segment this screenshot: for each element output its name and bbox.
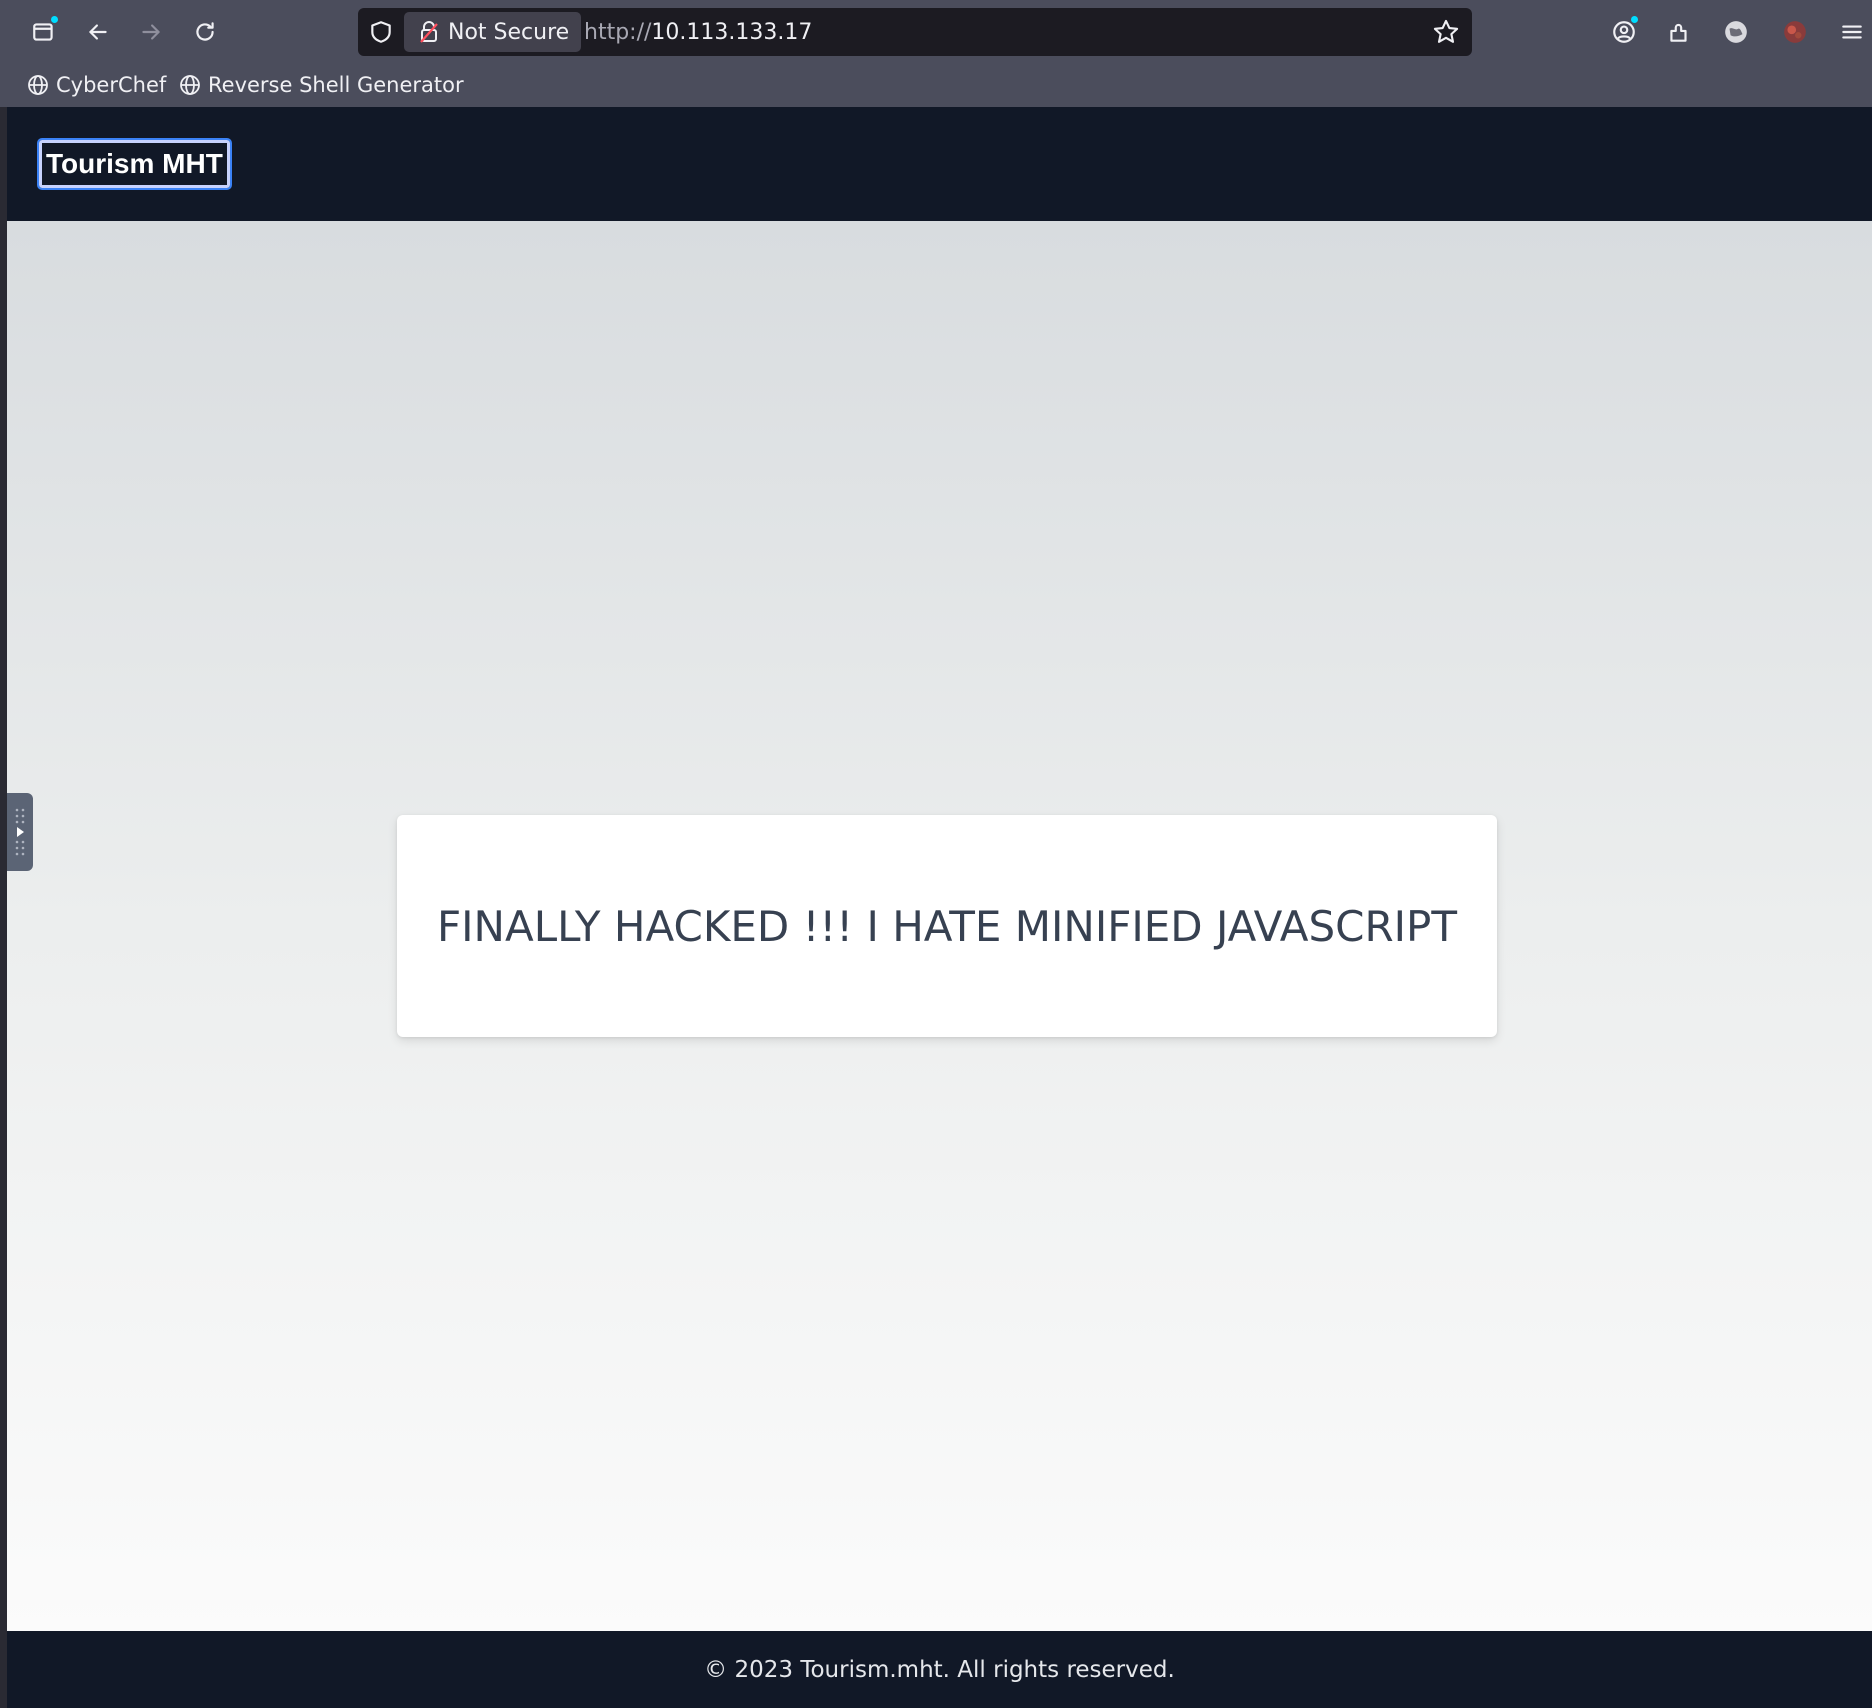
bookmark-label: CyberChef [56, 73, 167, 97]
url-text[interactable]: http://10.113.133.17 [584, 8, 812, 56]
site-footer: © 2023 Tourism.mht. All rights reserved. [7, 1631, 1872, 1708]
site-security-button[interactable]: Not Secure [404, 12, 582, 52]
bookmark-reverse-shell-generator[interactable]: Reverse Shell Generator [178, 68, 464, 102]
footer-copyright: © 2023 Tourism.mht. All rights reserved. [704, 1656, 1175, 1683]
star-icon[interactable] [1432, 18, 1460, 46]
bookmarks-toolbar: CyberChef Reverse Shell Generator [0, 64, 1872, 107]
bookmark-label: Reverse Shell Generator [208, 73, 464, 97]
hamburger-menu-icon[interactable] [1832, 12, 1872, 52]
broken-lock-icon [420, 21, 438, 43]
bookmark-cyberchef[interactable]: CyberChef [26, 68, 166, 102]
extension-globe-icon[interactable] [1716, 12, 1756, 52]
tab-overview-icon[interactable] [24, 12, 64, 52]
sidebar-toggle-handle[interactable] [7, 793, 33, 871]
globe-icon [180, 75, 200, 95]
security-label: Not Secure [448, 19, 570, 45]
url-host: 10.113.133.17 [651, 19, 813, 45]
page-left-edge [0, 107, 7, 1708]
url-bar[interactable]: Not Secure http://10.113.133.17 [358, 8, 1472, 56]
reload-icon[interactable] [185, 12, 225, 52]
site-brand-link[interactable]: Tourism MHT [37, 138, 232, 190]
browser-chrome: Not Secure http://10.113.133.17 CyberChe… [0, 0, 1872, 107]
main-content: FINALLY HACKED !!! I HATE MINIFIED JAVAS… [7, 221, 1872, 1631]
extensions-icon[interactable] [1659, 12, 1699, 52]
url-scheme: http:// [584, 19, 652, 45]
hacked-message: FINALLY HACKED !!! I HATE MINIFIED JAVAS… [437, 901, 1457, 951]
message-card: FINALLY HACKED !!! I HATE MINIFIED JAVAS… [397, 815, 1497, 1037]
handle-grip-icon [15, 808, 25, 856]
globe-icon [28, 75, 48, 95]
forward-arrow-icon[interactable] [131, 12, 171, 52]
site-navbar: Tourism MHT [7, 107, 1872, 221]
browser-toolbar: Not Secure http://10.113.133.17 [0, 0, 1872, 64]
extension-red-icon[interactable] [1775, 12, 1815, 52]
tracking-shield-icon[interactable] [368, 19, 394, 45]
back-arrow-icon[interactable] [78, 12, 118, 52]
account-icon[interactable] [1604, 12, 1644, 52]
